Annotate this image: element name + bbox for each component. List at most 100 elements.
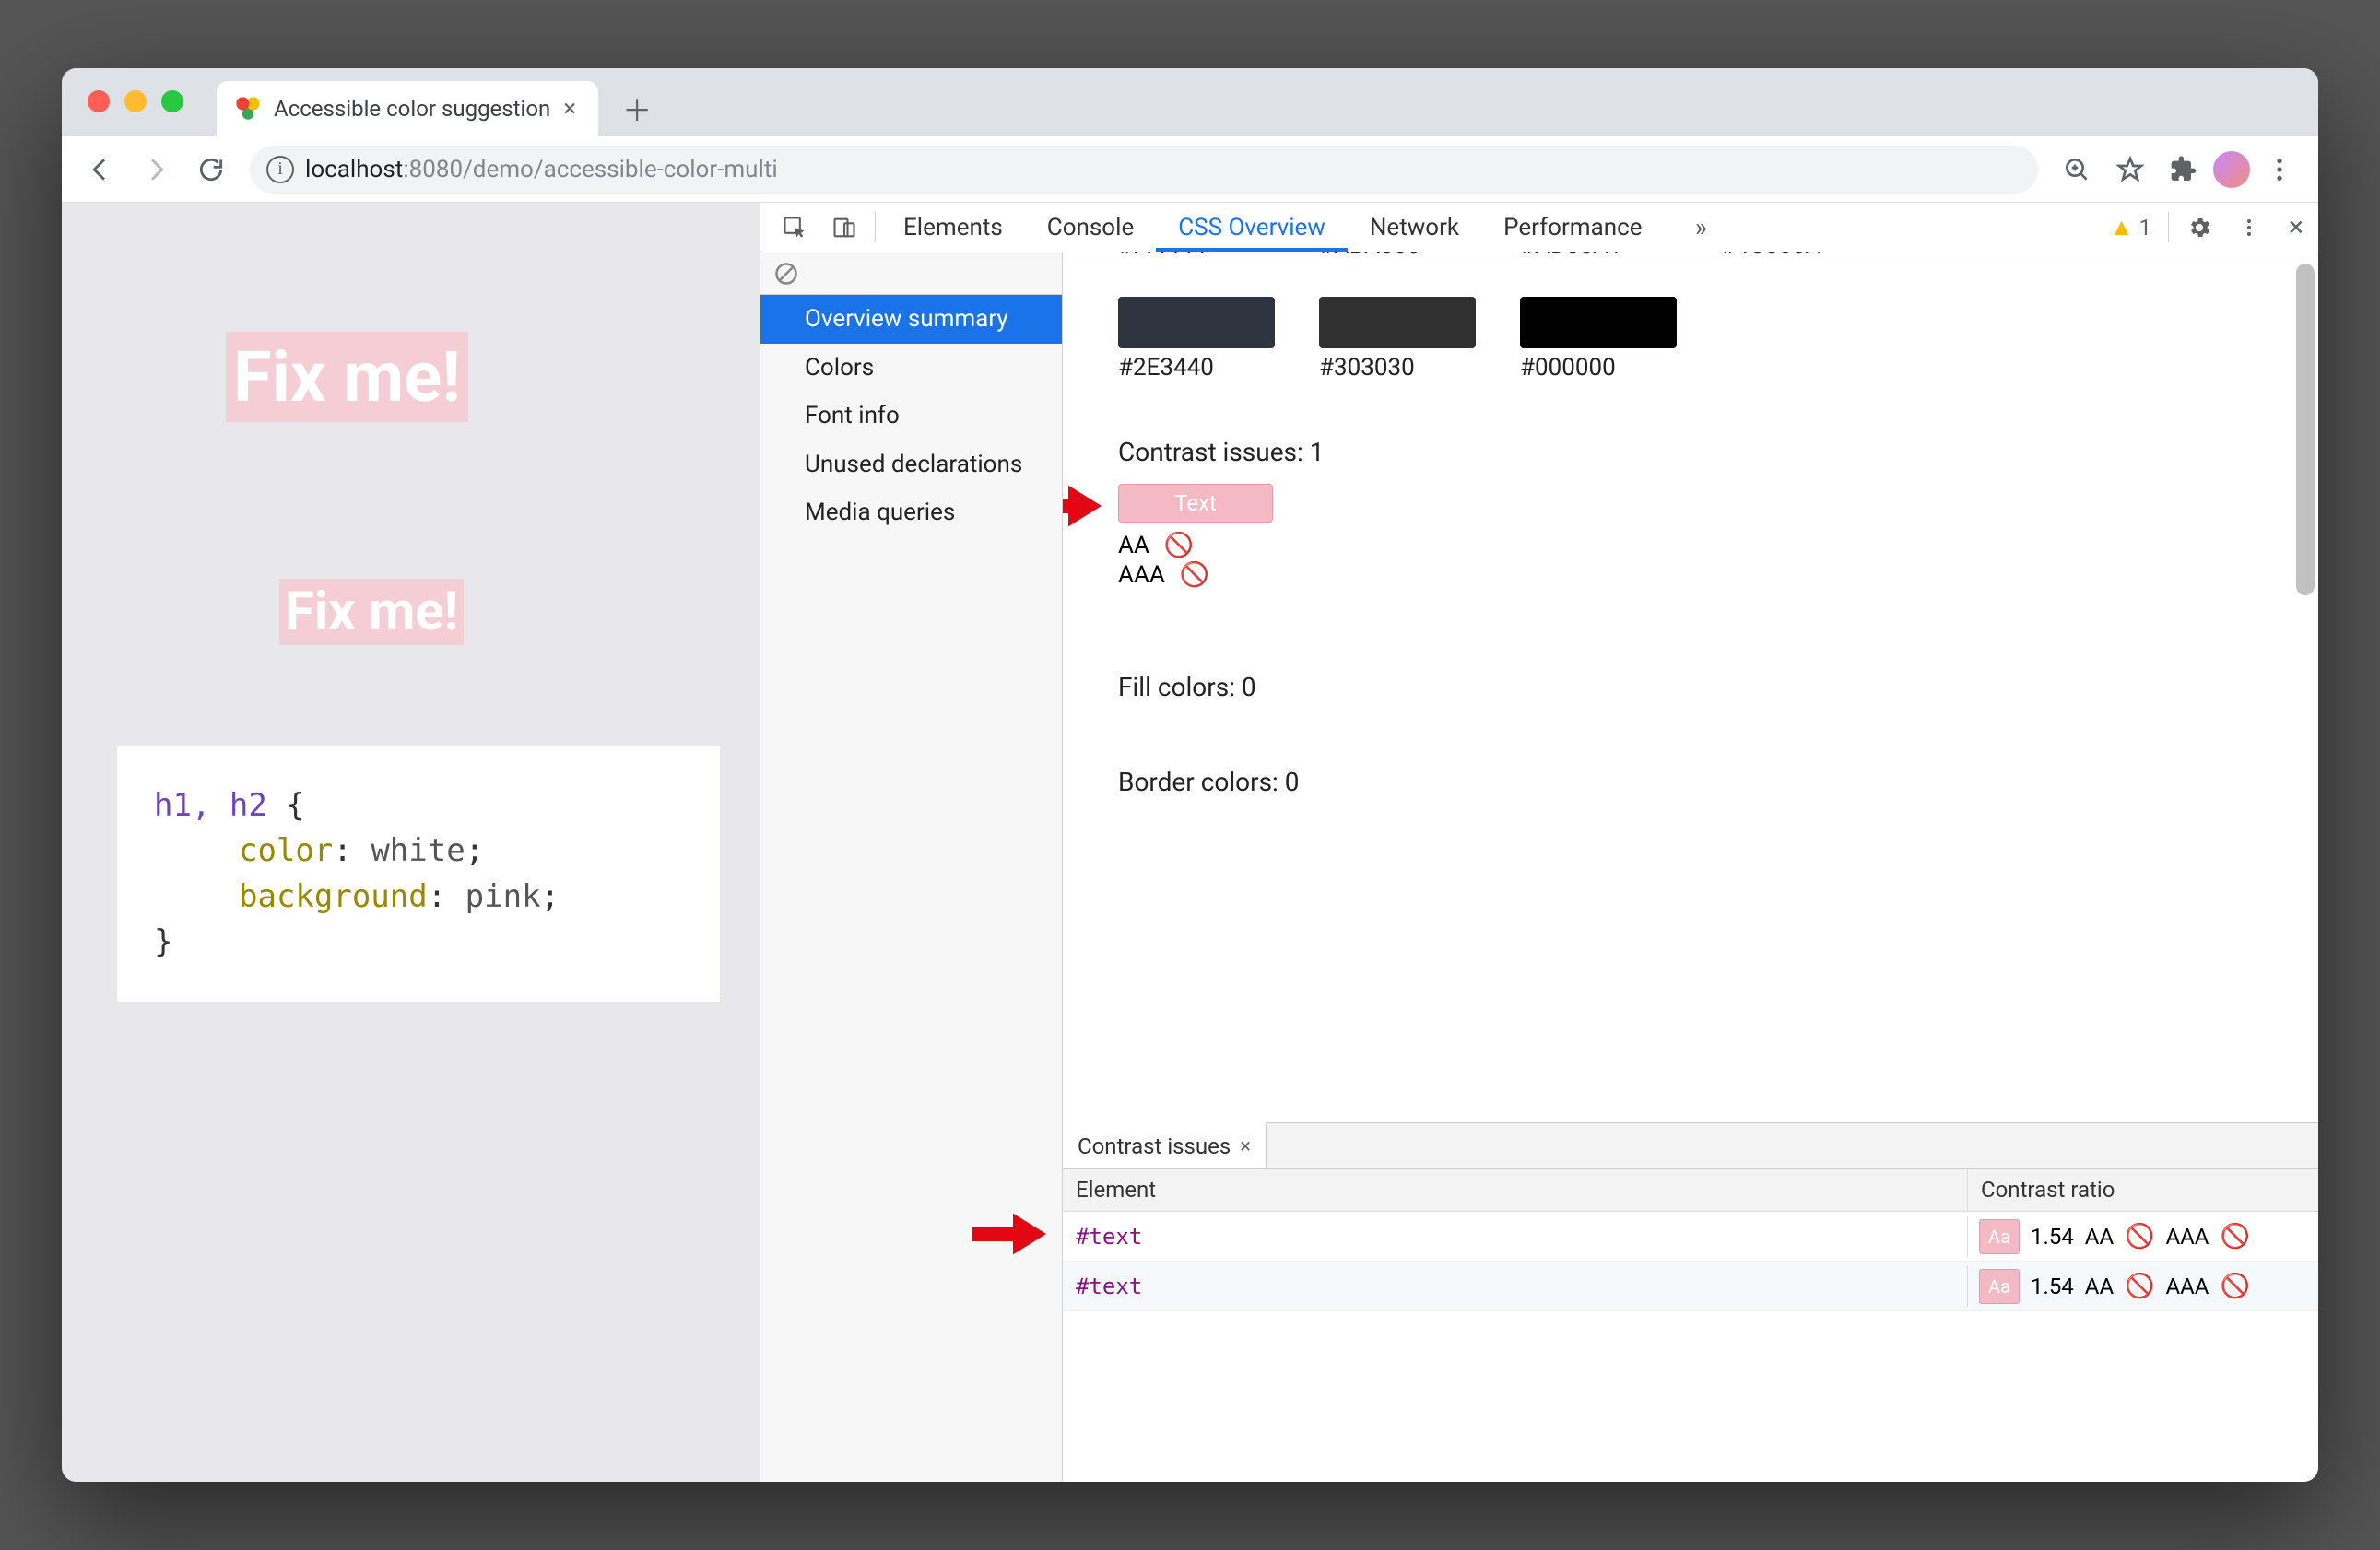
clear-overview-icon[interactable] xyxy=(760,252,1062,295)
devtools-close-button[interactable]: × xyxy=(2274,203,2318,252)
fail-icon: 🚫 xyxy=(2125,1273,2154,1300)
forward-button[interactable] xyxy=(132,146,180,194)
tab-network[interactable]: Network xyxy=(1348,203,1481,252)
url-port: :8080 xyxy=(403,156,463,183)
contrast-ratio-value: 1.54 xyxy=(2031,1274,2074,1299)
fail-icon: 🚫 xyxy=(1164,532,1194,559)
color-swatch[interactable]: #303030 xyxy=(1319,297,1476,382)
code-prop-1: color xyxy=(239,832,333,869)
color-swatch[interactable]: #FFFFFF xyxy=(1118,252,1275,260)
swatch-row-2: #2E3440 #303030 #000000 xyxy=(1118,297,2318,382)
issue-row[interactable]: #text Aa 1.54 AA 🚫 AAA 🚫 xyxy=(1063,1262,2318,1311)
code-val-2: pink xyxy=(465,878,541,915)
window-zoom-button[interactable] xyxy=(161,90,183,112)
swatch-label: #AD00A1 xyxy=(1520,252,1677,260)
swatch-label: #2E3440 xyxy=(1118,354,1275,382)
tab-console[interactable]: Console xyxy=(1025,203,1156,252)
contrast-swatch-icon: Aa xyxy=(1979,1269,2020,1304)
devtools-settings-icon[interactable] xyxy=(2174,203,2224,252)
tab-title: Accessible color suggestion xyxy=(274,96,550,122)
code-block: h1, h2 { color: white; background: pink;… xyxy=(117,746,720,1002)
issues-tabbar: Contrast issues × xyxy=(1063,1123,2318,1169)
aa-label: AA xyxy=(2085,1274,2114,1299)
issues-tab-close-icon[interactable]: × xyxy=(1240,1135,1251,1158)
fail-icon: 🚫 xyxy=(2220,1273,2249,1300)
swatch-label: #4C566A xyxy=(1721,252,1878,260)
code-val-1: white xyxy=(371,832,465,869)
sidebar-item-font-info[interactable]: Font info xyxy=(760,392,1062,440)
code-brace-open: { xyxy=(267,787,305,824)
warning-icon: ▲ xyxy=(2110,213,2134,241)
css-overview-main: #FFFFFF #ABA800 #AD00A1 xyxy=(1063,252,2318,1482)
inspect-element-icon[interactable] xyxy=(770,203,819,252)
issues-counter[interactable]: ▲ 1 xyxy=(2099,203,2162,252)
new-tab-button[interactable]: ＋ xyxy=(615,87,659,131)
address-bar[interactable]: i localhost:8080/demo/accessible-color-m… xyxy=(250,146,2038,194)
issue-row[interactable]: #text Aa 1.54 AA 🚫 AAA 🚫 xyxy=(1063,1212,2318,1262)
toggle-device-icon[interactable] xyxy=(819,203,869,252)
swatch-label: #303030 xyxy=(1319,354,1476,382)
fail-icon: 🚫 xyxy=(1180,561,1209,589)
color-swatch[interactable]: #ABA800 xyxy=(1319,252,1476,260)
aa-label: AA xyxy=(2085,1224,2114,1250)
sidebar-item-unused-declarations[interactable]: Unused declarations xyxy=(760,440,1062,489)
sidebar-item-overview-summary[interactable]: Overview summary xyxy=(760,295,1062,344)
zoom-icon[interactable] xyxy=(2053,146,2101,194)
tab-performance[interactable]: Performance xyxy=(1481,203,1664,252)
favicon-icon xyxy=(235,96,261,122)
browser-toolbar: i localhost:8080/demo/accessible-color-m… xyxy=(62,136,2318,203)
sidebar-item-media-queries[interactable]: Media queries xyxy=(760,488,1062,537)
devtools-tabs: Elements Console CSS Overview Network Pe… xyxy=(760,203,2318,252)
swatch-row-1: #FFFFFF #ABA800 #AD00A1 xyxy=(1118,252,2318,260)
site-info-icon[interactable]: i xyxy=(266,156,294,183)
contrast-issues-panel: Contrast issues × Element Contrast ratio… xyxy=(1063,1122,2318,1482)
page-heading-2: Fix me! xyxy=(279,579,464,645)
window-close-button[interactable] xyxy=(88,90,110,112)
swatch-label: #ABA800 xyxy=(1319,252,1476,260)
fail-icon: 🚫 xyxy=(2125,1223,2154,1251)
bookmark-icon[interactable] xyxy=(2106,146,2154,194)
header-contrast-ratio[interactable]: Contrast ratio xyxy=(1968,1169,2318,1211)
reload-button[interactable] xyxy=(187,146,235,194)
extensions-icon[interactable] xyxy=(2160,146,2208,194)
swatch-label: #000000 xyxy=(1520,354,1677,382)
scrollbar-thumb[interactable] xyxy=(2296,264,2315,595)
issues-tab[interactable]: Contrast issues × xyxy=(1063,1122,1267,1168)
back-button[interactable] xyxy=(77,146,124,194)
contrast-swatch-icon: Aa xyxy=(1979,1219,2020,1254)
profile-avatar[interactable] xyxy=(2213,151,2250,188)
color-swatch[interactable]: #AD00A1 xyxy=(1520,252,1677,260)
contrast-issue-chip[interactable]: Text xyxy=(1118,484,1273,523)
fill-colors-title: Fill colors: 0 xyxy=(1118,672,2318,702)
url-path: /demo/accessible-color-multi xyxy=(463,156,778,183)
contrast-ratio-value: 1.54 xyxy=(2031,1224,2074,1250)
browser-menu-button[interactable] xyxy=(2256,146,2303,194)
page-heading-1: Fix me! xyxy=(226,332,468,422)
devtools-menu-icon[interactable] xyxy=(2224,203,2274,252)
traffic-lights xyxy=(88,90,183,112)
window-minimize-button[interactable] xyxy=(124,90,147,112)
issues-headers: Element Contrast ratio xyxy=(1063,1169,2318,1212)
content-region: Fix me! Fix me! h1, h2 { color: white; b… xyxy=(62,203,2318,1482)
issue-element: #text xyxy=(1063,1266,1968,1307)
aaa-label: AAA xyxy=(1118,561,1165,589)
sidebar-item-colors[interactable]: Colors xyxy=(760,344,1062,393)
color-swatch[interactable]: #4C566A xyxy=(1721,252,1878,260)
css-overview-sidebar: Overview summary Colors Font info Unused… xyxy=(760,252,1063,1482)
more-tabs-icon[interactable]: » xyxy=(1664,203,1714,252)
tab-elements[interactable]: Elements xyxy=(881,203,1025,252)
header-element[interactable]: Element xyxy=(1063,1169,1968,1211)
aaa-label: AAA xyxy=(2165,1224,2209,1250)
browser-tab[interactable]: Accessible color suggestion × xyxy=(217,81,598,136)
swatch-label: #FFFFFF xyxy=(1118,252,1275,260)
tab-css-overview[interactable]: CSS Overview xyxy=(1156,203,1348,252)
tab-close-button[interactable]: × xyxy=(563,95,576,123)
color-swatch[interactable]: #2E3440 xyxy=(1118,297,1275,382)
titlebar: Accessible color suggestion × ＋ xyxy=(62,68,2318,136)
border-colors-title: Border colors: 0 xyxy=(1118,767,2318,797)
annotation-arrow-icon xyxy=(1063,478,1102,534)
aa-label: AA xyxy=(1118,532,1149,559)
color-swatch[interactable]: #000000 xyxy=(1520,297,1677,382)
css-overview-scroll[interactable]: #FFFFFF #ABA800 #AD00A1 xyxy=(1063,252,2318,1122)
issues-tab-label: Contrast issues xyxy=(1078,1133,1231,1159)
